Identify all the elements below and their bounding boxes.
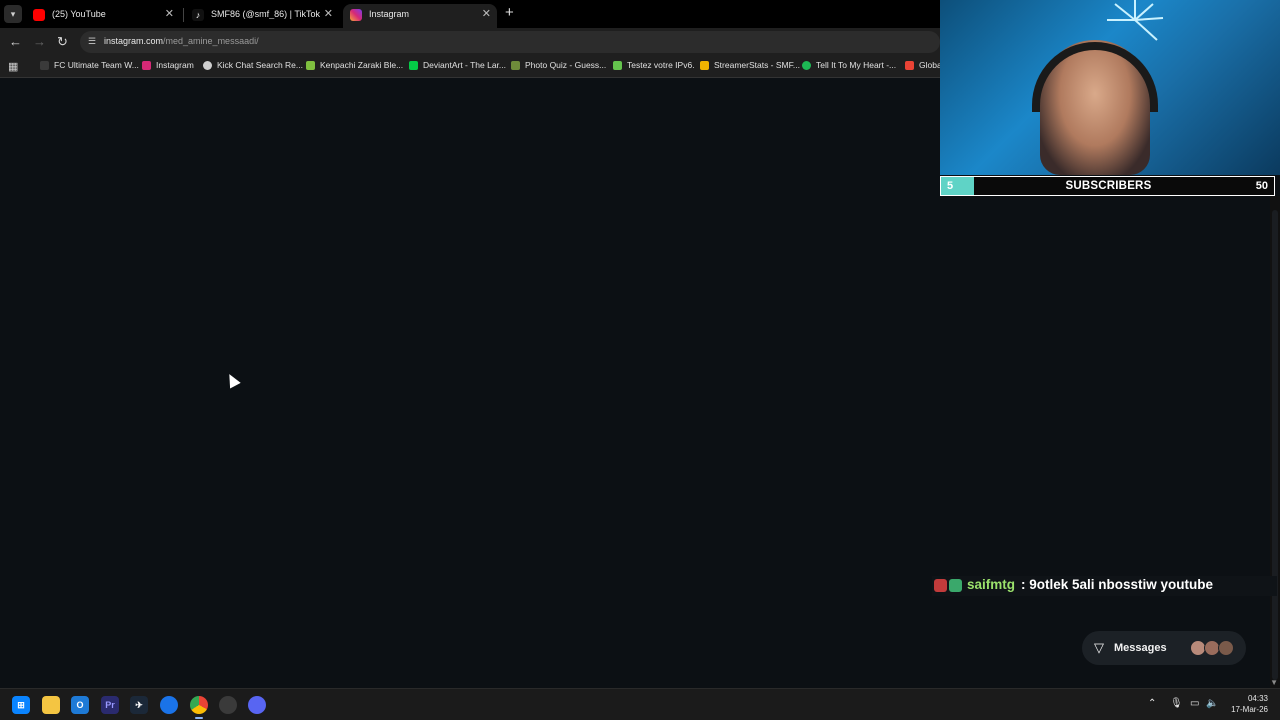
close-tab-icon[interactable]: ✕ — [482, 7, 491, 20]
microphone-icon[interactable]: 🎙 — [1170, 698, 1183, 709]
bookmark-item[interactable]: Testez votre IPv6. — [613, 60, 695, 70]
browser-icon[interactable] — [160, 696, 178, 714]
browser-toolbar: ← → ↻ ☰ instagram.com/med_amine_messaadi… — [0, 28, 940, 56]
tab-title: SMF86 (@smf_86) | TikTok — [211, 9, 320, 19]
bookmarks-bar: ▦ FC Ultimate Team W... Instagram Kick C… — [0, 56, 940, 78]
tab-title: (25) YouTube — [52, 9, 106, 19]
steam-icon[interactable]: ✈ — [130, 696, 148, 714]
bookmark-label: DeviantArt - The Lar... — [423, 60, 506, 70]
bookmark-item[interactable]: Tell It To My Heart -... — [802, 60, 896, 70]
scrollbar-thumb[interactable] — [1272, 210, 1278, 680]
bookmark-label: StreamerStats - SMF... — [714, 60, 800, 70]
url-path: /med_amine_messaadi/ — [163, 36, 259, 46]
subscriber-goal: 50 — [1255, 180, 1268, 192]
stats-icon — [700, 60, 709, 70]
outlook-icon[interactable]: O — [71, 696, 89, 714]
clock-time: 04:33 — [1247, 694, 1268, 703]
bookmark-item[interactable]: Kick Chat Search Re... — [203, 60, 303, 70]
back-icon[interactable]: ← — [9, 34, 22, 49]
bookmark-item[interactable]: Globa — [905, 60, 940, 70]
subscriber-label: SUBSCRIBERS — [1065, 180, 1152, 192]
url-text[interactable]: instagram.com/med_amine_messaadi/ — [104, 36, 259, 46]
avatar — [1218, 640, 1234, 656]
tiktok-icon: ♪ — [192, 9, 204, 21]
instagram-icon — [350, 9, 362, 21]
quiz-icon — [511, 60, 520, 70]
chrome-icon[interactable] — [190, 696, 208, 714]
bookmark-label: Kenpachi Zaraki Ble... — [320, 60, 404, 70]
network-icon[interactable]: ▭ — [1190, 698, 1199, 709]
bookmark-item[interactable]: Photo Quiz - Guess... — [511, 60, 606, 70]
bookmark-label: FC Ultimate Team W... — [54, 60, 139, 70]
windows-start-icon[interactable]: ⊞ — [12, 696, 30, 714]
deviantart-icon — [409, 60, 418, 70]
volume-icon[interactable]: 🔈 — [1206, 698, 1218, 709]
fc-icon — [40, 60, 49, 70]
tab-search-icon[interactable]: ▾ — [4, 5, 22, 23]
close-tab-icon[interactable]: ✕ — [165, 7, 174, 20]
site-info-icon[interactable]: ☰ — [88, 36, 96, 47]
chat-message: saifmtg : 9otlek 5ali nbosstiw youtube — [932, 576, 1277, 596]
send-icon: ▽ — [1094, 640, 1104, 655]
active-app-indicator — [195, 717, 203, 719]
bookmark-label: Globa — [919, 60, 940, 70]
close-tab-icon[interactable]: ✕ — [324, 7, 333, 20]
link-icon — [306, 60, 315, 70]
obs-icon[interactable] — [219, 696, 237, 714]
youtube-icon — [33, 9, 45, 21]
subscriber-badge-icon — [949, 579, 962, 592]
reload-icon[interactable]: ↻ — [57, 34, 68, 50]
system-clock[interactable]: 04:33 17-Mar-26 — [1231, 693, 1268, 715]
tab-bar: ▾ (25) YouTube ✕ ♪ SMF86 (@smf_86) | Tik… — [0, 0, 940, 28]
taskbar: ⊞ O Pr ✈ ⌃ 🎙 ▭ 🔈 04:33 17-Mar-26 — [0, 688, 1280, 720]
messages-button[interactable]: ▽ Messages — [1082, 631, 1246, 665]
subscriber-goal-bar: 5 SUBSCRIBERS 50 — [940, 176, 1275, 196]
bookmark-item[interactable]: FC Ultimate Team W... — [40, 60, 139, 70]
bookmark-item[interactable]: Kenpachi Zaraki Ble... — [306, 60, 403, 70]
url-domain: instagram.com — [104, 36, 164, 46]
bookmark-item[interactable]: DeviantArt - The Lar... — [409, 60, 506, 70]
apps-grid-icon[interactable]: ▦ — [8, 60, 18, 73]
spotify-icon — [802, 60, 811, 70]
chat-text: : 9otlek 5ali nbosstiw youtube — [1021, 577, 1214, 592]
bookmark-label: Photo Quiz - Guess... — [525, 60, 607, 70]
tab-title: Instagram — [369, 9, 410, 19]
ipv6-icon — [613, 60, 622, 70]
new-tab-button[interactable]: + — [505, 4, 514, 21]
screen: ▾ (25) YouTube ✕ ♪ SMF86 (@smf_86) | Tik… — [0, 0, 1280, 720]
google-icon — [905, 60, 914, 70]
address-bar[interactable]: ☰ instagram.com/med_amine_messaadi/ — [80, 31, 940, 53]
show-hidden-icons[interactable]: ⌃ — [1148, 698, 1156, 709]
tab-youtube[interactable]: (25) YouTube ✕ — [26, 4, 180, 28]
premiere-icon[interactable]: Pr — [101, 696, 119, 714]
scroll-down-icon[interactable]: ▼ — [1270, 678, 1278, 687]
bookmark-label: Kick Chat Search Re... — [217, 60, 303, 70]
clock-date: 17-Mar-26 — [1231, 705, 1268, 714]
chat-username: saifmtg — [967, 577, 1016, 592]
moderator-badge-icon — [934, 579, 947, 592]
forward-icon[interactable]: → — [33, 34, 46, 49]
tab-instagram[interactable]: Instagram ✕ — [343, 4, 497, 28]
tab-separator — [183, 8, 184, 22]
tab-tiktok[interactable]: ♪ SMF86 (@smf_86) | TikTok ✕ — [185, 4, 339, 28]
bookmark-item[interactable]: Instagram — [142, 60, 194, 70]
instagram-icon — [142, 60, 151, 70]
messages-label: Messages — [1114, 642, 1167, 654]
kick-icon — [203, 60, 212, 70]
bookmark-label: Testez votre IPv6. — [627, 60, 695, 70]
discord-icon[interactable] — [248, 696, 266, 714]
bookmark-label: Instagram — [156, 60, 194, 70]
file-explorer-icon[interactable] — [42, 696, 60, 714]
bookmark-label: Tell It To My Heart -... — [816, 60, 897, 70]
bookmark-item[interactable]: StreamerStats - SMF... — [700, 60, 800, 70]
